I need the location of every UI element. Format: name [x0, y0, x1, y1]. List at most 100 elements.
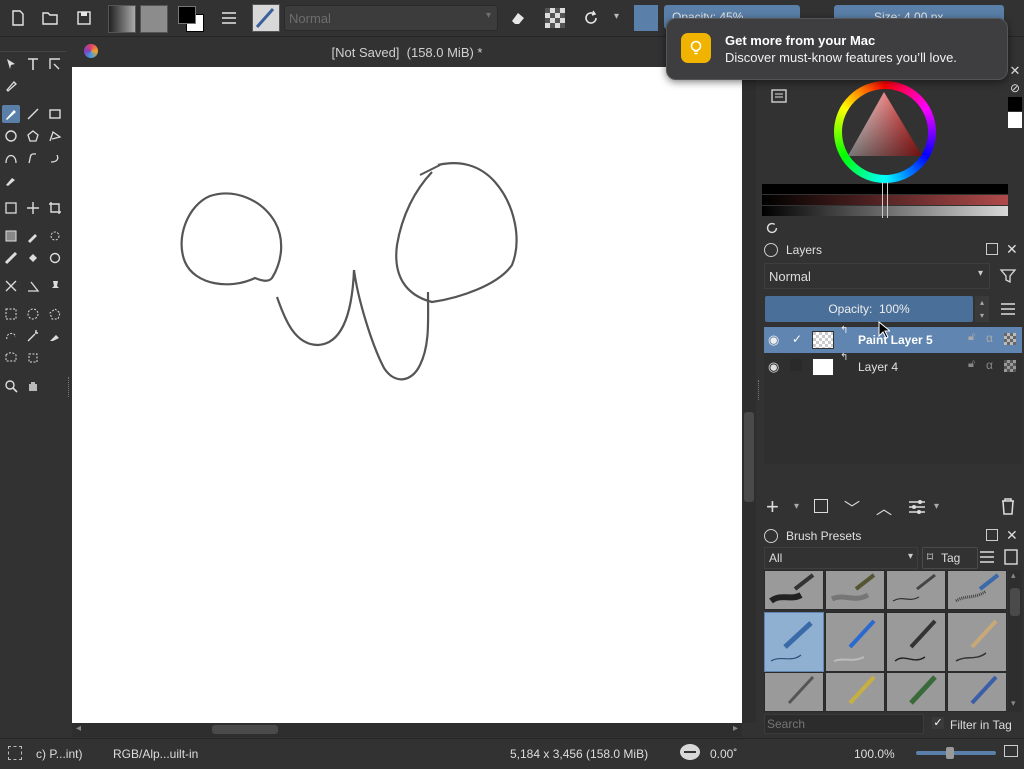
layer-checkbox[interactable] — [790, 359, 802, 371]
move-layer-down-icon[interactable]: ﹀ — [844, 495, 860, 519]
eraser-icon[interactable] — [508, 8, 528, 28]
eye-icon[interactable]: ◉ — [768, 359, 779, 375]
preset-list-menu-icon[interactable] — [978, 549, 996, 565]
brush-preset-tile[interactable] — [764, 612, 824, 672]
zoom-tool-icon[interactable] — [2, 377, 20, 395]
float-panel-icon[interactable] — [986, 529, 998, 541]
brush-preset-tile[interactable] — [947, 570, 1007, 610]
preset-filter-dropdown[interactable]: All ▾ — [764, 547, 918, 569]
canvas-vertical-scrollbar[interactable] — [742, 67, 756, 723]
preset-search-input[interactable] — [764, 714, 924, 734]
move-tool-icon[interactable] — [24, 199, 42, 217]
close-icon[interactable]: ✕ — [1006, 241, 1018, 258]
ellipse-tool-icon[interactable] — [2, 127, 20, 145]
brush-preset-tile[interactable] — [825, 672, 885, 712]
scroll-up-icon[interactable]: ▴ — [1011, 570, 1016, 581]
notification-banner[interactable]: Get more from your Mac Discover must-kno… — [666, 18, 1008, 80]
layer-checkbox[interactable]: ✓ — [792, 332, 802, 346]
multibrush-icon[interactable] — [2, 171, 20, 189]
vertical-scroll-thumb[interactable] — [744, 412, 754, 502]
reload-icon[interactable] — [580, 8, 602, 28]
polygon-tool-icon[interactable] — [24, 127, 42, 145]
fill-tool-icon[interactable] — [24, 249, 42, 267]
foreground-background-colors[interactable] — [176, 4, 204, 32]
layer-blend-mode-dropdown[interactable]: Normal ▾ — [764, 263, 990, 289]
opacity-spinner[interactable]: ▴ ▾ — [975, 296, 989, 322]
inherit-alpha-icon[interactable] — [1004, 360, 1016, 372]
lock-icon[interactable]: 🔓︎ — [968, 358, 975, 371]
layer-name[interactable]: Paint Layer 5 — [858, 333, 933, 347]
preset-scroll-thumb[interactable] — [1010, 588, 1020, 616]
assistant-angle-icon[interactable] — [2, 277, 20, 295]
brush-preset-tile[interactable] — [947, 612, 1007, 672]
ellipse-select-icon[interactable] — [24, 305, 42, 323]
close-panel-icon[interactable]: ✕ — [1008, 64, 1022, 78]
toolbox-handle[interactable] — [0, 37, 66, 52]
crop-tool-icon[interactable] — [46, 199, 64, 217]
preserve-alpha-icon[interactable] — [545, 8, 565, 28]
horizontal-scroll-thumb[interactable] — [212, 725, 278, 734]
bezier-select-icon[interactable] — [2, 349, 20, 367]
layer-properties-icon[interactable] — [908, 499, 926, 515]
brush-preset-button[interactable] — [252, 4, 280, 32]
select-shapes-icon[interactable] — [2, 55, 20, 73]
preset-scrollbar[interactable]: ▴ ▾ — [1008, 570, 1022, 712]
panel-lock-icon[interactable] — [764, 529, 778, 543]
canvas-only-icon[interactable] — [1004, 745, 1018, 757]
bezier-tool-icon[interactable] — [2, 149, 20, 167]
pan-tool-icon[interactable] — [24, 377, 42, 395]
pattern-selector[interactable] — [140, 5, 168, 33]
chevron-down-icon[interactable]: ▾ — [614, 11, 619, 22]
gradient-tool-icon[interactable] — [2, 227, 20, 245]
brush-preset-tile[interactable] — [764, 570, 824, 610]
close-icon[interactable]: ✕ — [1006, 527, 1018, 544]
gradient-selector[interactable] — [108, 5, 136, 33]
assistant-tool-icon[interactable] — [46, 227, 64, 245]
filter-in-tag-checkbox[interactable]: ✓ — [932, 717, 944, 729]
inherit-alpha-icon[interactable] — [1004, 333, 1016, 345]
chevron-down-icon[interactable]: ▾ — [794, 501, 799, 512]
transform-tool-icon[interactable] — [2, 199, 20, 217]
tag-button[interactable]: ⌑ Tag — [922, 547, 978, 569]
document-title[interactable]: [Not Saved] (158.0 MiB) * — [72, 45, 742, 60]
scroll-right-icon[interactable]: ▸ — [733, 723, 738, 734]
mini-foreground-swatch[interactable] — [1008, 97, 1022, 111]
freehand-select-icon[interactable] — [2, 327, 20, 345]
layer-opacity-slider[interactable]: Opacity: 100% — [765, 296, 973, 322]
text-tool-icon[interactable] — [24, 55, 42, 73]
rotation-dial-icon[interactable] — [680, 744, 700, 760]
zoom-slider[interactable] — [916, 747, 996, 759]
brush-preset-tile[interactable] — [886, 612, 946, 672]
alpha-lock-icon[interactable]: α — [986, 358, 993, 372]
save-icon[interactable] — [74, 8, 94, 28]
dock-divider[interactable] — [758, 380, 761, 400]
saturation-value-triangle[interactable] — [848, 92, 924, 160]
blend-mode-dropdown[interactable]: Normal ▾ — [284, 5, 498, 31]
open-folder-icon[interactable] — [40, 8, 60, 28]
layer-name[interactable]: Layer 4 — [858, 360, 898, 374]
zoom-slider-handle[interactable] — [946, 747, 954, 759]
lock-icon[interactable]: 🔓︎ — [968, 331, 975, 344]
layer-row[interactable]: ◉ ✓ ↰ Paint Layer 5 🔓︎ α — [764, 325, 1022, 353]
reference-pin-icon[interactable] — [46, 277, 64, 295]
freehand-brush-icon[interactable] — [2, 105, 20, 123]
canvas[interactable] — [72, 67, 742, 723]
color-swatch[interactable] — [634, 5, 658, 31]
refresh-colors-icon[interactable] — [764, 220, 780, 236]
reset-colors-icon[interactable]: ⊘ — [1008, 81, 1022, 95]
float-panel-icon[interactable] — [986, 243, 998, 255]
brush-preset-tile[interactable] — [886, 672, 946, 712]
scroll-left-icon[interactable]: ◂ — [76, 723, 81, 734]
add-layer-icon[interactable]: + — [766, 494, 779, 520]
fill-similar-icon[interactable] — [46, 249, 64, 267]
similar-select-icon[interactable] — [46, 327, 64, 345]
toolbox-resize-handle[interactable] — [68, 377, 71, 397]
polygon-select-icon[interactable] — [46, 305, 64, 323]
layer-row[interactable]: ◉ ↰ Layer 4 🔓︎ α — [764, 352, 1022, 380]
eye-icon[interactable]: ◉ — [768, 332, 779, 348]
brush-preset-tile[interactable] — [947, 672, 1007, 712]
chevron-down-icon[interactable]: ▾ — [934, 501, 939, 512]
measure-tool-icon[interactable] — [24, 277, 42, 295]
mini-background-swatch[interactable] — [1008, 112, 1022, 128]
calligraphy-icon[interactable] — [2, 77, 20, 95]
